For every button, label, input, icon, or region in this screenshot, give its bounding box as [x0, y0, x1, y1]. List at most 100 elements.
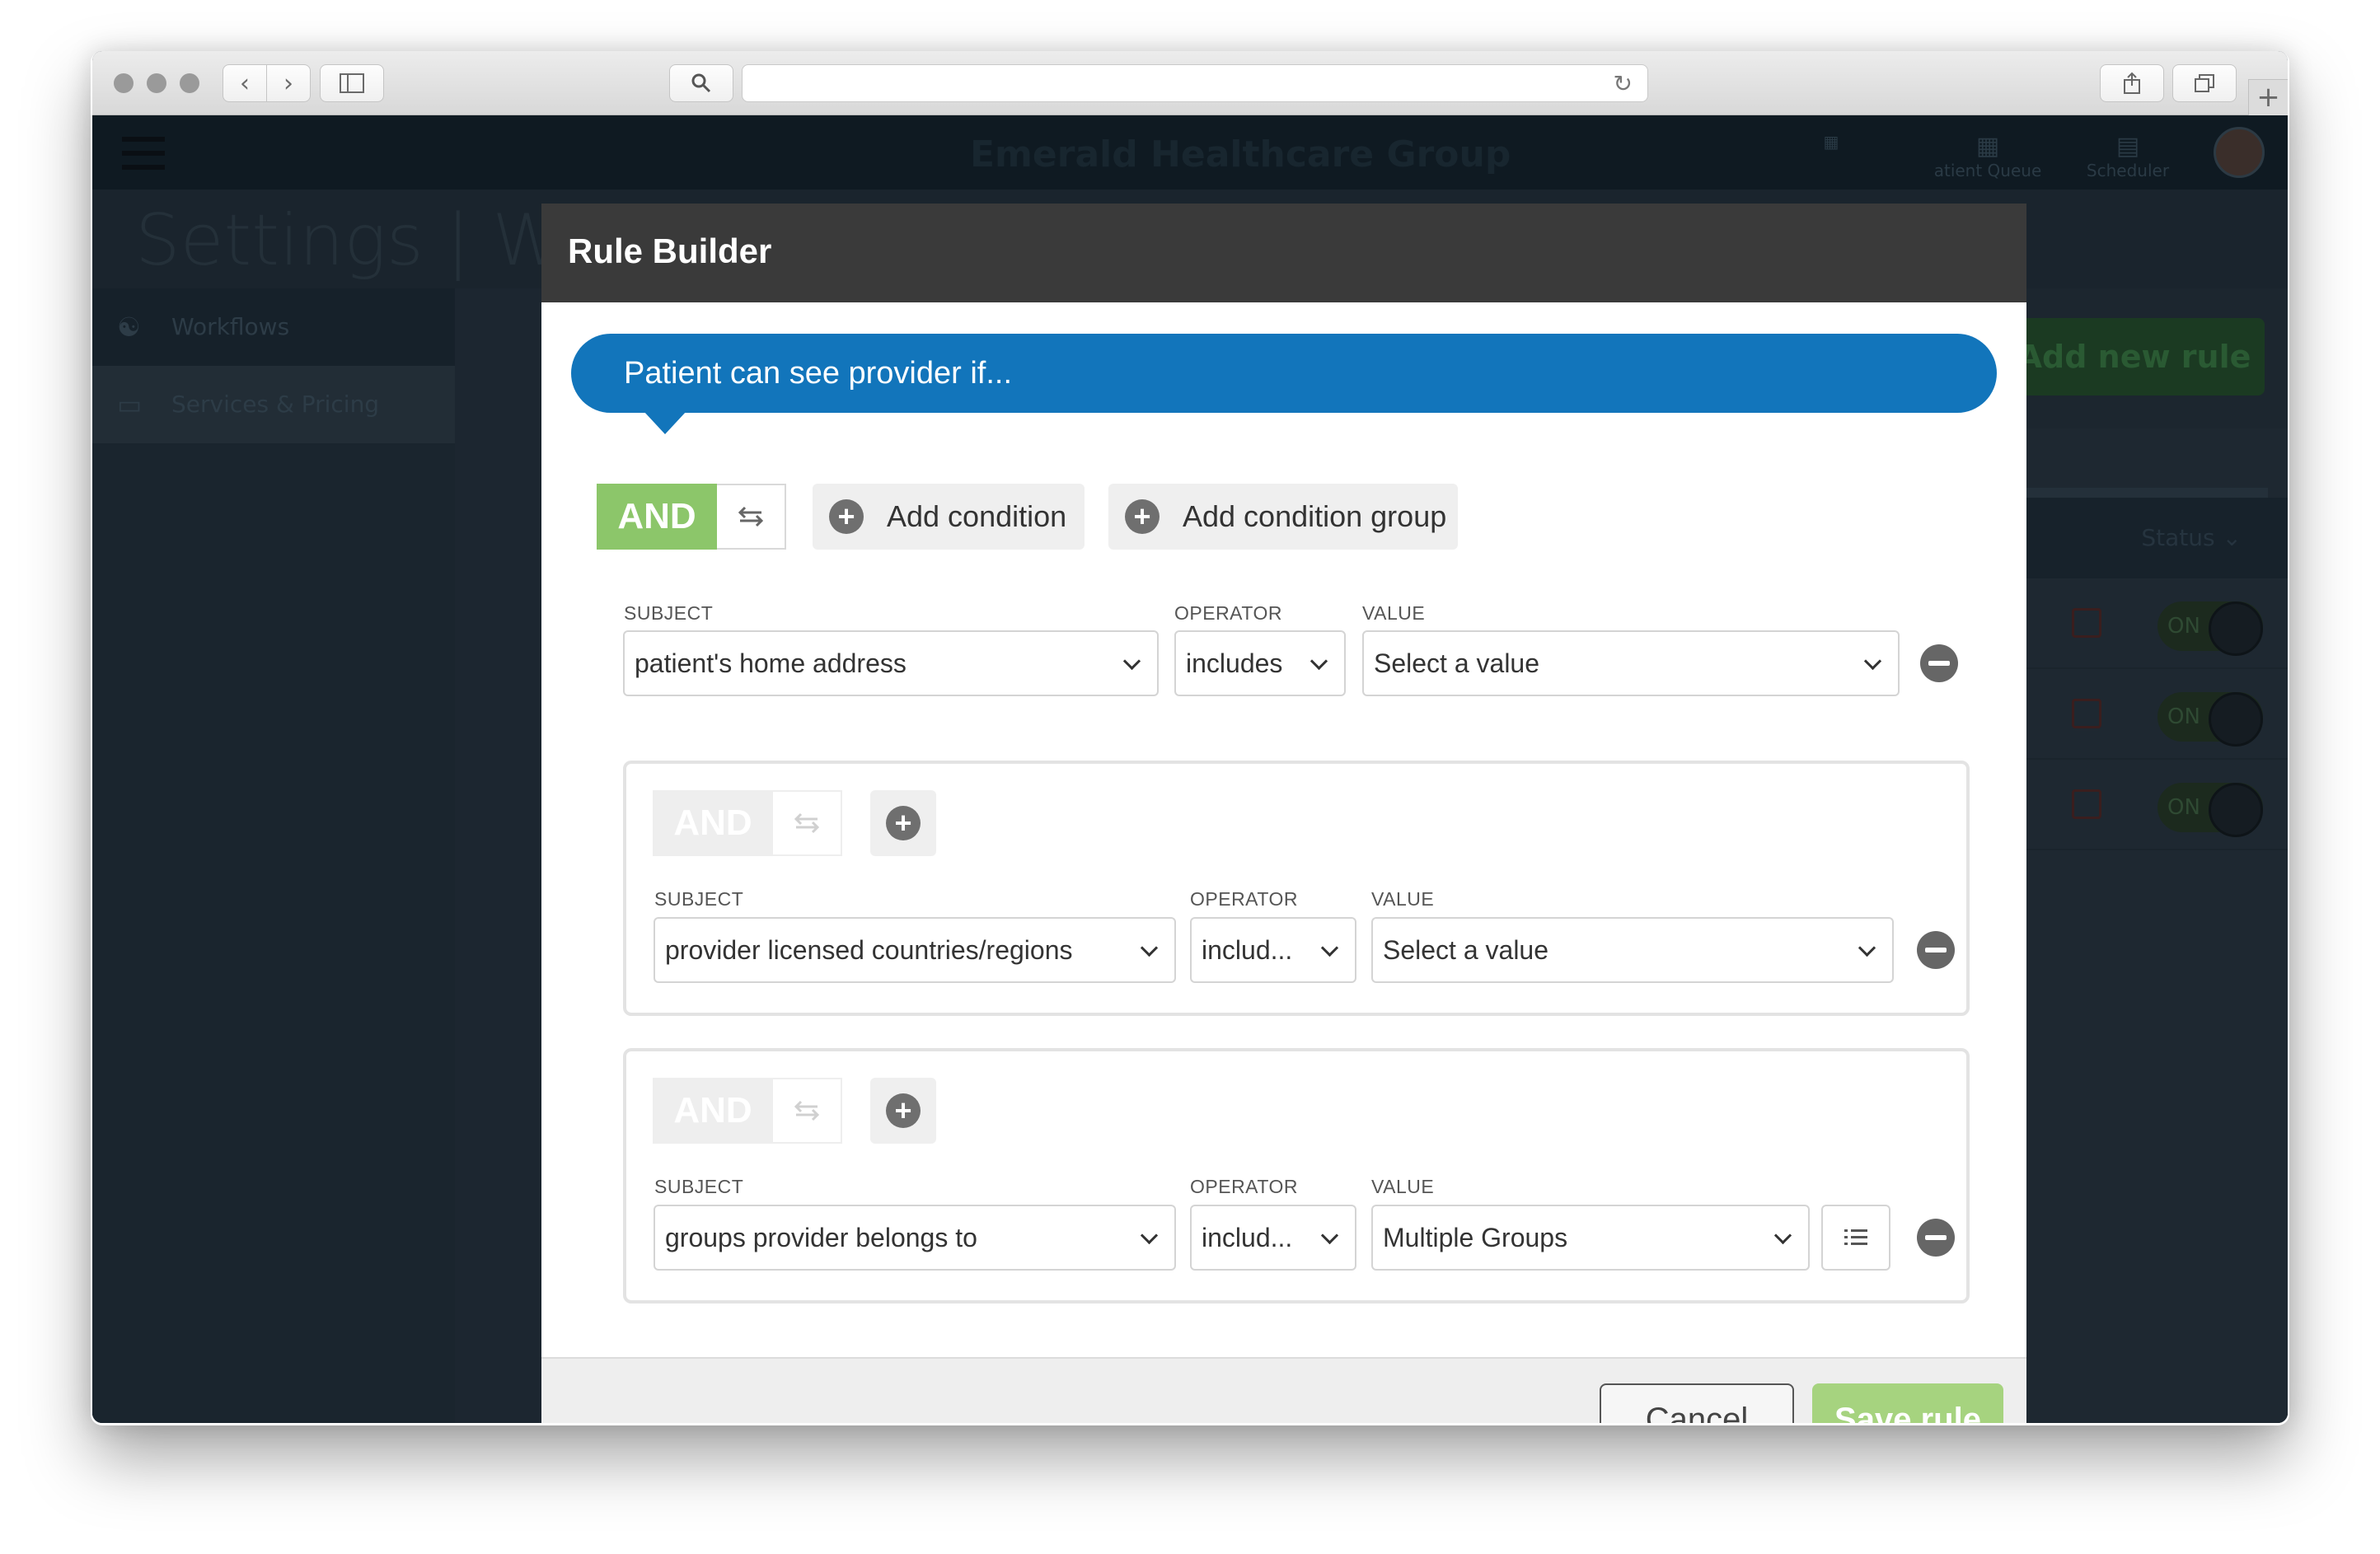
new-tab-button[interactable]: + — [2248, 79, 2288, 115]
share-button[interactable] — [2100, 64, 2164, 102]
subject-value: provider licensed countries/regions — [665, 935, 1073, 965]
chevron-down-icon — [1320, 1206, 1340, 1269]
back-button[interactable]: ‹ — [223, 64, 267, 102]
value-value: Select a value — [1374, 648, 1540, 678]
nav-grid-icon[interactable]: ▦ — [1806, 132, 1856, 152]
value-value: Multiple Groups — [1383, 1223, 1568, 1252]
status-toggle[interactable]: ON — [2157, 783, 2263, 837]
queue-icon: ▦ — [1975, 132, 2000, 161]
chevron-left-icon: ‹ — [240, 68, 250, 98]
status-header-label: Status — [2141, 524, 2215, 551]
minimize-window-icon[interactable] — [147, 73, 166, 93]
value-list-button[interactable] — [1821, 1205, 1890, 1271]
nav-label: atient Queue — [1933, 161, 2042, 180]
modal-header: Rule Builder — [541, 204, 2026, 302]
remove-condition-icon[interactable] — [1920, 644, 1958, 682]
subject-value: patient's home address — [635, 648, 907, 678]
and-operator-button[interactable]: AND — [653, 790, 773, 856]
edit-icon[interactable] — [2072, 699, 2101, 728]
forward-button[interactable]: › — [266, 64, 311, 102]
and-operator-button[interactable]: AND — [653, 1078, 773, 1144]
browser-toolbar: ‹ › ↻ + — [92, 51, 2288, 115]
subject-value: groups provider belongs to — [665, 1223, 977, 1252]
status-toggle[interactable]: ON — [2157, 692, 2263, 747]
value-label: VALUE — [1371, 1176, 1435, 1197]
sidebar-item-workflows[interactable]: ☯ Workflows — [92, 288, 455, 366]
reload-icon[interactable]: ↻ — [1614, 70, 1633, 97]
group-and-toggle: AND — [653, 1078, 842, 1144]
add-new-rule-button[interactable]: Add new rule — [2004, 318, 2265, 396]
search-button[interactable] — [669, 64, 733, 102]
subject-label: SUBJECT — [654, 888, 744, 910]
add-group-condition-button[interactable]: + — [870, 790, 936, 856]
close-window-icon[interactable] — [114, 73, 134, 93]
value-label: VALUE — [1371, 888, 1435, 910]
sidebar-item-services-pricing[interactable]: ▭ Services & Pricing — [92, 366, 455, 443]
condition-group: AND + SUBJECT OPERATOR VALUE groups prov… — [623, 1048, 1970, 1304]
add-condition-group-button[interactable]: + Add condition group — [1108, 484, 1458, 550]
sidebar-item-label: Services & Pricing — [171, 391, 380, 418]
nav-patient-queue[interactable]: ▦ atient Queue — [1930, 132, 2045, 180]
card-icon: ▭ — [117, 389, 143, 420]
save-rule-button[interactable]: Save rule — [1812, 1383, 2003, 1423]
remove-condition-icon[interactable] — [1917, 1219, 1955, 1257]
edit-icon[interactable] — [2072, 608, 2101, 638]
swap-operator-button[interactable] — [773, 1078, 842, 1144]
and-operator-button[interactable]: AND — [597, 484, 717, 550]
subject-select[interactable]: provider licensed countries/regions — [654, 917, 1176, 983]
chevron-down-icon — [1863, 632, 1883, 695]
subject-select[interactable]: patient's home address — [623, 630, 1159, 696]
group-and-toggle: AND — [653, 790, 842, 856]
app-brand: Emerald Healthcare Group — [970, 133, 1511, 176]
share-icon — [2124, 72, 2140, 94]
value-value: Select a value — [1383, 935, 1549, 965]
chevron-down-icon — [1773, 1206, 1793, 1269]
value-select[interactable]: Select a value — [1362, 630, 1900, 696]
swap-icon — [738, 506, 764, 527]
search-icon — [691, 73, 711, 93]
plus-circle-icon: + — [829, 499, 864, 534]
sidebar: ☯ Workflows ▭ Services & Pricing — [92, 288, 455, 1423]
swap-operator-button[interactable] — [717, 484, 786, 550]
subject-label: SUBJECT — [624, 602, 714, 624]
chevron-down-icon: ⌄ — [2222, 524, 2242, 551]
add-condition-button[interactable]: + Add condition — [813, 484, 1085, 550]
sidebar-toggle-button[interactable] — [320, 64, 384, 102]
add-condition-group-label: Add condition group — [1183, 499, 1447, 533]
swap-operator-button[interactable] — [773, 790, 842, 856]
zoom-window-icon[interactable] — [180, 73, 199, 93]
operator-label: OPERATOR — [1174, 602, 1282, 624]
chevron-down-icon — [1309, 632, 1329, 695]
browser-window: ‹ › ↻ + Emerald Healthcare Group ▦ ▦ ati… — [92, 51, 2288, 1423]
operator-select[interactable]: includ... — [1190, 917, 1356, 983]
nav-label: Scheduler — [2086, 161, 2170, 180]
swap-icon — [794, 812, 820, 834]
value-select[interactable]: Multiple Groups — [1371, 1205, 1810, 1271]
avatar[interactable] — [2214, 127, 2265, 178]
nav-scheduler[interactable]: ▤ Scheduler — [2070, 132, 2186, 180]
value-select[interactable]: Select a value — [1371, 917, 1894, 983]
status-toggle[interactable]: ON — [2157, 601, 2263, 656]
edit-icon[interactable] — [2072, 789, 2101, 819]
add-group-condition-button[interactable]: + — [870, 1078, 936, 1144]
tabs-icon — [2195, 74, 2214, 92]
plus-circle-icon: + — [886, 1093, 921, 1128]
address-bar[interactable]: ↻ — [742, 64, 1648, 102]
rule-banner: Patient can see provider if... — [571, 334, 1997, 413]
app-header: Emerald Healthcare Group ▦ ▦ atient Queu… — [92, 115, 2288, 190]
rule-builder-modal: Rule Builder Patient can see provider if… — [541, 204, 2026, 1423]
operator-select[interactable]: includ... — [1190, 1205, 1356, 1271]
sidebar-icon — [340, 73, 364, 93]
modal-footer: Cancel Save rule — [541, 1357, 2026, 1423]
cancel-button[interactable]: Cancel — [1600, 1383, 1794, 1423]
condition-group: AND + SUBJECT OPERATOR VALUE provider li… — [623, 761, 1970, 1016]
chevron-down-icon — [1140, 919, 1160, 981]
plus-circle-icon: + — [886, 806, 921, 840]
remove-condition-icon[interactable] — [1917, 931, 1955, 969]
subject-select[interactable]: groups provider belongs to — [654, 1205, 1176, 1271]
operator-select[interactable]: includes — [1174, 630, 1346, 696]
tabs-button[interactable] — [2172, 64, 2237, 102]
hamburger-menu-icon[interactable] — [122, 137, 165, 170]
list-icon — [1844, 1229, 1867, 1245]
swap-icon — [794, 1100, 820, 1121]
